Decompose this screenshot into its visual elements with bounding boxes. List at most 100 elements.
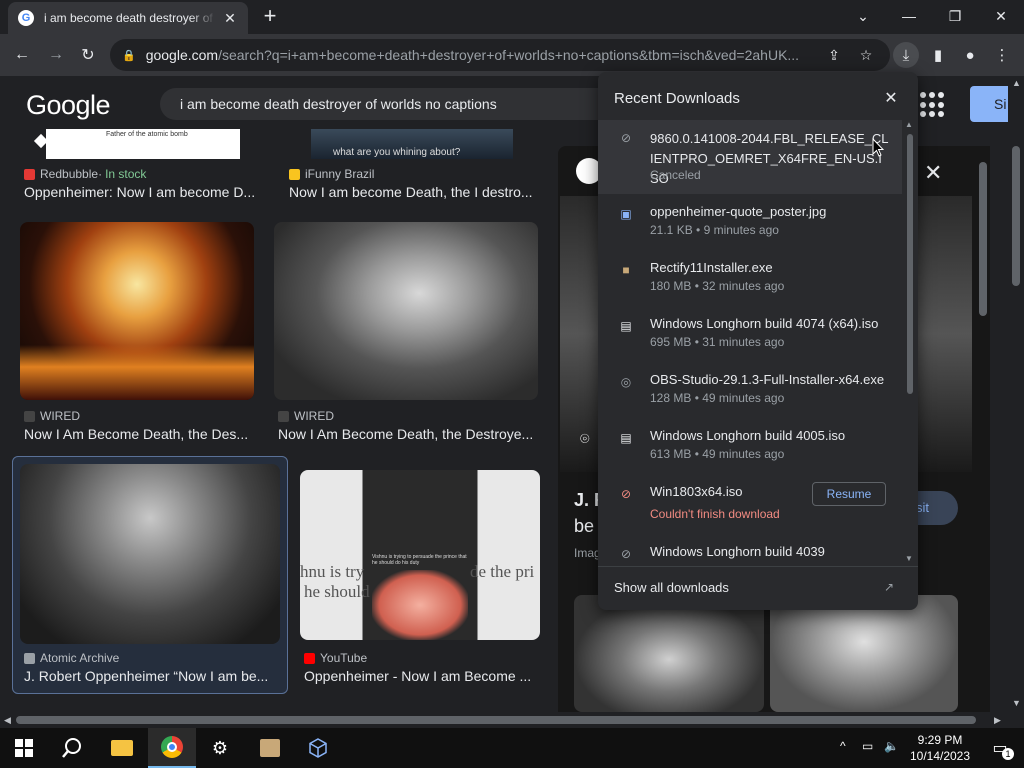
result-source[interactable]: iFunny Brazil bbox=[289, 167, 374, 181]
downloads-close-icon[interactable]: ✕ bbox=[882, 88, 900, 108]
tab-close-icon[interactable]: ✕ bbox=[222, 10, 238, 26]
address-bar[interactable]: 🔒 google.com/search?q=i+am+become+death+… bbox=[110, 39, 890, 71]
notification-center-icon[interactable]: ▭ 1 bbox=[976, 728, 1024, 768]
preview-meta: Imag bbox=[574, 546, 601, 560]
tab-google-search[interactable]: G i am become death destroyer of worlds … bbox=[8, 2, 248, 34]
download-item[interactable]: ▤ Windows Longhorn build 4005.iso 613 MB… bbox=[598, 424, 902, 480]
network-icon[interactable]: ▭ bbox=[862, 739, 873, 753]
download-item[interactable]: ■ Rectify11Installer.exe 180 MB • 32 min… bbox=[598, 256, 902, 312]
share-icon[interactable]: ⇪ bbox=[824, 45, 844, 65]
sign-in-button[interactable]: Si bbox=[970, 86, 1008, 122]
downloads-icon[interactable]: ⤓ bbox=[893, 42, 919, 68]
related-image[interactable] bbox=[574, 595, 764, 712]
result-title[interactable]: Oppenheimer - Now I am Become ... bbox=[304, 668, 536, 684]
new-tab-button[interactable]: + bbox=[258, 5, 282, 28]
search-input[interactable]: i am become death destroyer of worlds no… bbox=[160, 88, 660, 120]
back-arrow-icon[interactable]: ← bbox=[8, 41, 36, 69]
result-image[interactable] bbox=[274, 222, 538, 400]
result-image[interactable]: what are you whining about? bbox=[311, 129, 513, 159]
result-source[interactable]: WIRED bbox=[24, 409, 80, 423]
preview-close-icon[interactable]: ✕ bbox=[924, 160, 942, 186]
side-panel-icon[interactable]: ▮ bbox=[925, 42, 951, 68]
scroll-thumb[interactable] bbox=[1012, 146, 1020, 286]
result-title[interactable]: Now I Am Become Death, the Destroye... bbox=[278, 426, 538, 442]
scroll-thumb[interactable] bbox=[907, 134, 913, 394]
google-logo[interactable]: Google bbox=[26, 90, 111, 121]
result-source[interactable]: Redbubble · In stock bbox=[24, 167, 146, 181]
close-window-button[interactable]: ✕ bbox=[978, 0, 1024, 32]
show-all-downloads-link[interactable]: Show all downloads ↗ bbox=[598, 566, 918, 610]
volume-muted-icon[interactable]: 🔈 bbox=[884, 739, 899, 753]
scroll-right-arrow-icon[interactable]: ▶ bbox=[994, 715, 1001, 726]
reload-icon[interactable]: ↻ bbox=[74, 41, 102, 69]
page-vertical-scrollbar[interactable]: ▲ ▼ bbox=[1008, 76, 1024, 712]
scroll-down-arrow-icon[interactable]: ▼ bbox=[905, 554, 913, 563]
scroll-up-arrow-icon[interactable]: ▲ bbox=[1012, 78, 1021, 88]
file-explorer-icon[interactable] bbox=[98, 728, 146, 768]
download-item[interactable]: ⊘ 9860.0.141008-2044.FBL_RELEASE_CLIENTP… bbox=[598, 120, 902, 194]
ifunny-icon bbox=[289, 168, 300, 180]
download-status: 613 MB • 49 minutes ago bbox=[650, 447, 785, 461]
windows-taskbar: ⚙ ^ ▭ 🔈 9:29 PM 10/14/2023 ▭ 1 bbox=[0, 728, 1024, 768]
result-image[interactable] bbox=[20, 222, 254, 400]
failed-file-icon: ⊘ bbox=[620, 487, 632, 501]
download-item[interactable]: ⊘ Windows Longhorn build 4039 bbox=[598, 540, 902, 564]
atomic-archive-icon bbox=[24, 652, 35, 664]
result-title[interactable]: Now I Am Become Death, the Des... bbox=[24, 426, 254, 442]
browser-toolbar: ← → ↻ 🔒 google.com/search?q=i+am+become+… bbox=[0, 34, 1024, 76]
result-source[interactable]: YouTube bbox=[304, 651, 367, 665]
youtube-icon bbox=[304, 652, 315, 664]
download-filename: oppenheimer-quote_poster.jpg bbox=[650, 204, 827, 219]
minimize-button[interactable]: — bbox=[886, 0, 932, 32]
downloads-bubble: Recent Downloads ✕ ⊘ 9860.0.141008-2044.… bbox=[598, 72, 918, 610]
download-item[interactable]: ▤ Windows Longhorn build 4074 (x64).iso … bbox=[598, 312, 902, 368]
result-title[interactable]: Now I am become Death, the I destro... bbox=[289, 184, 541, 200]
result-title[interactable]: Oppenheimer: Now I am become D... bbox=[24, 184, 260, 200]
redbubble-icon bbox=[24, 168, 35, 180]
downloads-scrollbar[interactable]: ▲ ▼ bbox=[902, 120, 916, 564]
tray-chevron-icon[interactable]: ^ bbox=[840, 739, 846, 753]
download-item[interactable]: ⊘ Win1803x64.iso Couldn't finish downloa… bbox=[598, 480, 902, 536]
3d-viewer-icon[interactable] bbox=[294, 728, 342, 768]
preview-title-line2[interactable]: be bbox=[574, 516, 594, 537]
restore-button[interactable]: ❐ bbox=[932, 0, 978, 32]
scroll-thumb[interactable] bbox=[16, 716, 976, 724]
package-installer-icon[interactable] bbox=[246, 728, 294, 768]
screen: G i am become death destroyer of worlds … bbox=[0, 0, 1024, 768]
wired-icon bbox=[24, 410, 35, 422]
result-title[interactable]: J. Robert Oppenheimer “Now I am be... bbox=[24, 668, 274, 684]
result-image[interactable]: Father of the atomic bomb bbox=[46, 129, 240, 159]
download-filename: Rectify11Installer.exe bbox=[650, 260, 773, 275]
obs-icon: ◎ bbox=[620, 375, 632, 389]
start-windows-icon[interactable] bbox=[0, 728, 48, 768]
scroll-up-arrow-icon[interactable]: ▲ bbox=[905, 120, 913, 129]
tab-search-chevron-icon[interactable]: ⌄ bbox=[840, 0, 886, 32]
download-item[interactable]: ▣ oppenheimer-quote_poster.jpg 21.1 KB •… bbox=[598, 200, 902, 256]
downloads-list: ⊘ 9860.0.141008-2044.FBL_RELEASE_CLIENTP… bbox=[598, 120, 902, 564]
apps-grid-icon[interactable] bbox=[920, 92, 946, 118]
result-source[interactable]: Atomic Archive bbox=[24, 651, 119, 665]
image-caption: what are you whining about? bbox=[333, 147, 461, 158]
search-icon[interactable] bbox=[48, 728, 96, 768]
preview-scrollbar[interactable] bbox=[976, 146, 990, 712]
chrome-icon[interactable] bbox=[148, 728, 196, 768]
mouse-cursor-icon bbox=[872, 138, 884, 157]
menu-kebab-icon[interactable]: ⋮ bbox=[989, 42, 1015, 68]
download-item[interactable]: ◎ OBS-Studio-29.1.3-Full-Installer-x64.e… bbox=[598, 368, 902, 424]
result-image[interactable]: Vishnu is trying to persuade the prince … bbox=[300, 470, 540, 640]
lens-icon[interactable]: ⌾ bbox=[580, 431, 590, 449]
system-clock[interactable]: 9:29 PM 10/14/2023 bbox=[904, 732, 976, 764]
settings-gear-icon[interactable]: ⚙ bbox=[196, 728, 244, 768]
bookmark-star-icon[interactable]: ☆ bbox=[856, 45, 876, 65]
result-image[interactable] bbox=[20, 464, 280, 644]
scroll-down-arrow-icon[interactable]: ▼ bbox=[1012, 698, 1021, 708]
result-source[interactable]: WIRED bbox=[278, 409, 334, 423]
scroll-left-arrow-icon[interactable]: ◀ bbox=[4, 715, 11, 726]
url-text: google.com/search?q=i+am+become+death+de… bbox=[145, 47, 800, 63]
page-horizontal-scrollbar[interactable]: ◀ ▶ bbox=[0, 712, 1008, 728]
forward-arrow-icon[interactable]: → bbox=[42, 41, 70, 69]
resume-button[interactable]: Resume bbox=[812, 482, 886, 506]
related-image[interactable] bbox=[770, 595, 958, 712]
profile-icon[interactable]: ● bbox=[957, 42, 983, 68]
iso-file-icon: ▤ bbox=[620, 319, 632, 333]
